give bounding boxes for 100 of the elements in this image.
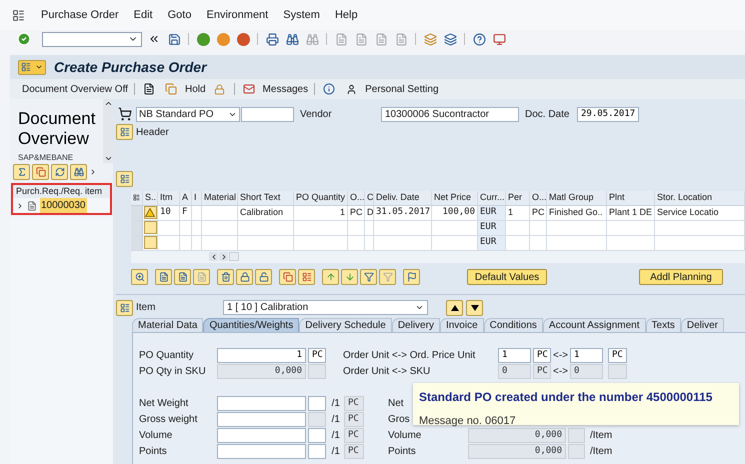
table-cell: EUR [478,206,506,220]
sort-descending-icon[interactable] [341,268,358,284]
zoom-icon[interactable] [131,268,148,284]
total-field[interactable]: 0,000 [468,444,566,459]
help-icon[interactable] [471,31,487,47]
input-field[interactable] [308,396,326,411]
scrollbar[interactable] [103,99,113,163]
copy-icon[interactable] [279,268,296,284]
item-dropdown[interactable]: 1 [ 10 ] Calibration [223,300,428,315]
cart-icon[interactable] [116,106,134,122]
input-field[interactable] [217,396,306,411]
column-header: Stor. Location [655,190,745,204]
find-icon[interactable] [284,31,300,47]
header-button[interactable]: Header [136,124,169,140]
tab[interactable]: Deliver [680,318,724,332]
unit-field[interactable] [308,364,326,379]
toolbar-button[interactable]: Messages [262,82,308,96]
overview-title: Document Overview [18,109,96,149]
per-label: /1 [330,397,340,411]
tab[interactable]: Account Assignment [542,318,646,332]
toolbar-button[interactable]: Personal Setting [365,82,439,96]
unit-field[interactable]: PC [344,396,364,411]
delete-icon[interactable] [217,268,234,284]
scroll-right-icon[interactable] [219,252,228,261]
total-field[interactable]: 0,000 [468,428,566,443]
unit-field[interactable]: PC [344,444,364,459]
scroll-up-icon[interactable] [104,99,112,108]
menu-item[interactable]: Purchase Order [41,6,119,24]
tab[interactable]: Material Data [132,318,204,332]
scrollbar[interactable] [229,252,239,261]
info-icon[interactable] [321,81,338,97]
filter-icon[interactable] [360,268,377,284]
tab[interactable]: Texts [646,318,681,332]
conversion-field[interactable]: 1 [570,348,603,363]
unit-field[interactable]: PC [344,412,364,427]
per-label: /1 [330,413,340,427]
input-field[interactable] [568,428,585,443]
check-icon[interactable] [16,31,32,47]
caret-icon[interactable] [415,303,424,312]
grid-icon[interactable] [298,268,315,284]
table-cell: 1 [294,206,348,220]
input-field[interactable] [217,428,306,443]
copy-icon[interactable] [162,81,179,97]
next-item-icon[interactable] [466,300,483,316]
unit-field[interactable]: PC [608,348,627,363]
refresh-icon[interactable] [51,164,68,180]
menu-item[interactable]: Goto [168,6,192,24]
tab[interactable]: Delivery Schedule [299,318,392,332]
date-field[interactable]: 29.05.2017 [577,106,639,122]
menu-item[interactable]: System [283,6,320,24]
unlock-icon[interactable] [255,268,272,284]
header-toggle-icon[interactable] [116,124,133,140]
save-icon[interactable] [166,31,182,47]
input-field[interactable] [568,444,585,459]
tab[interactable]: Delivery [392,318,440,332]
input-field[interactable] [217,444,306,459]
vendor-field[interactable]: 10300006 Sucontractor [381,106,519,122]
input-field[interactable] [241,106,294,122]
field-label: Order Unit <-> SKU [343,365,432,379]
quantity-field[interactable]: 1 [217,348,306,363]
unit-field[interactable] [608,364,627,379]
menu-icon[interactable] [10,7,26,23]
find-icon[interactable] [70,164,87,180]
document-type-dropdown[interactable]: NB Standard PO [136,106,240,122]
tab[interactable]: Invoice [440,318,484,332]
previous-item-icon[interactable] [446,300,463,316]
table-cell: Calibration [238,206,294,220]
caret-icon[interactable] [35,63,43,71]
sort-ascending-icon[interactable] [322,268,339,284]
tree-item[interactable]: 10000030 [40,198,86,213]
unit-field[interactable]: PC [344,428,364,443]
unit-field[interactable]: PC [533,348,551,363]
input-field[interactable] [308,428,326,443]
conversion-field[interactable]: 1 [498,348,531,363]
lock-icon[interactable] [236,268,253,284]
tab[interactable]: Conditions [484,318,543,332]
copy-icon[interactable] [32,164,49,180]
command-field[interactable] [42,32,142,46]
input-field[interactable] [217,412,306,427]
addl-planning-button[interactable]: Addl Planning [639,268,723,284]
tab[interactable]: Quantities/Weights [203,318,300,332]
menu-item[interactable]: Edit [134,6,153,24]
menu-item[interactable]: Help [334,6,358,24]
print-icon[interactable] [264,31,280,47]
menu-button[interactable] [18,60,46,74]
monitor-icon[interactable] [491,31,507,47]
unit-field[interactable]: PC [308,348,326,363]
scroll-left-icon[interactable] [209,252,218,261]
item-toggle-icon[interactable] [116,300,133,316]
per-label: /1 [330,429,340,443]
items-toggle-icon[interactable] [116,171,133,187]
field-label: Doc. Date [525,108,570,122]
scroll-down-icon[interactable] [104,154,112,163]
column-header: Itm [158,190,180,204]
toolbar-button[interactable]: Hold [184,82,206,96]
menu-item[interactable]: Environment [206,6,268,24]
toolbar-button[interactable]: Document Overview Off [22,82,128,96]
default-values-button[interactable]: Default Values [467,268,547,284]
input-field[interactable] [308,444,326,459]
per-label: /1 [330,445,340,459]
